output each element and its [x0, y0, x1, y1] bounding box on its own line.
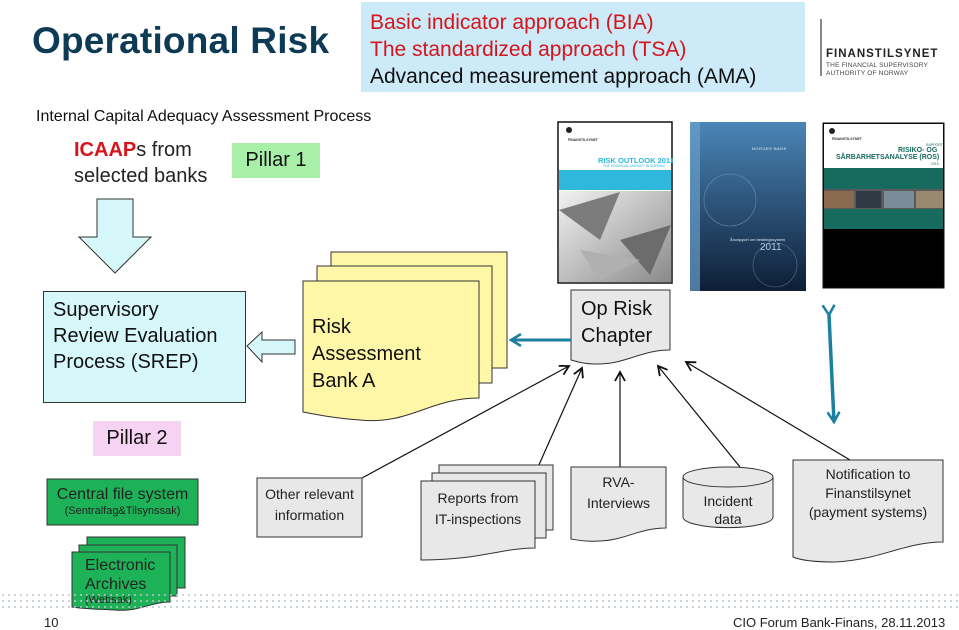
notification-line3: (payment systems): [808, 504, 928, 520]
page-number: 10: [44, 615, 59, 630]
cover3-publisher: FINANSTILSYNET: [832, 137, 862, 141]
other-info-text: Other relevant information: [257, 484, 362, 526]
risk-assessment-line2: Assessment: [312, 343, 421, 365]
double-arrow-icon: [829, 315, 834, 422]
cover1-publisher: FINANSTILSYNET: [568, 138, 598, 142]
srep-line2: Review Evaluation: [53, 325, 218, 347]
risk-assessment-text: Risk Assessment Bank A: [312, 314, 421, 395]
cover-risk-outlook: [557, 121, 673, 284]
arrow-reports-to-oprisk: [537, 366, 584, 468]
other-info-line1: Other relevant: [265, 486, 354, 502]
cover1-subtitle: THE FINANCIAL MARKET IN NORWAY: [603, 164, 666, 168]
risk-assessment-line1: Risk: [312, 316, 351, 338]
op-risk-line2: Chapter: [581, 325, 653, 347]
pillar-2-badge: Pillar 2: [93, 421, 181, 456]
central-file-sub: (Sentralfag&Tilsynssak): [64, 505, 181, 517]
reports-line2: IT-inspections: [434, 511, 522, 527]
cover-norges-bank: [690, 122, 806, 291]
arrow-notification-to-oprisk: [684, 361, 851, 461]
rva-text: RVA- Interviews: [571, 472, 666, 514]
cover2-publisher: NORGES BANK: [752, 146, 787, 151]
op-risk-line1: Op Risk: [581, 298, 653, 320]
cover3-title2: SÅRBARHETSANALYSE (ROS): [836, 154, 940, 161]
cover3-year: 2010: [931, 162, 939, 166]
incident-line2: data: [714, 511, 742, 527]
incident-text: Incident data: [683, 492, 773, 528]
rva-line1: RVA-: [602, 474, 635, 490]
cover2-year: 2011: [760, 242, 782, 253]
footer-event: CIO Forum Bank-Finans, 28.11.2013: [733, 615, 946, 630]
other-info-line2: information: [274, 507, 345, 523]
central-file-title: Central file system: [56, 486, 189, 503]
notification-line1: Notification to: [825, 466, 911, 482]
op-risk-chapter-text: Op Risk Chapter: [581, 296, 652, 350]
srep-box: Supervisory Review Evaluation Process (S…: [43, 291, 246, 403]
central-file-text: Central file system (Sentralfag&Tilsynss…: [47, 486, 198, 517]
reports-text: Reports from IT-inspections: [421, 488, 535, 530]
archives-line1: Electronic: [85, 557, 156, 574]
left-arrow-icon: [246, 330, 296, 364]
notification-text: Notification to Finanstilsynet (payment …: [793, 465, 943, 522]
incident-line1: Incident: [703, 493, 753, 509]
srep-line3: Process (SREP): [53, 351, 199, 373]
rva-line2: Interviews: [586, 495, 651, 511]
notification-line2: Finanstilsynet: [825, 485, 911, 501]
footer-dot-pattern: [0, 592, 959, 610]
risk-assessment-line3: Bank A: [312, 370, 376, 392]
cover3-title1: RISIKO- OG: [898, 147, 938, 154]
srep-line1: Supervisory: [53, 299, 159, 321]
reports-line1: Reports from: [437, 490, 519, 506]
arrow-incident-to-oprisk: [656, 364, 741, 468]
down-arrow-icon: [77, 198, 153, 274]
